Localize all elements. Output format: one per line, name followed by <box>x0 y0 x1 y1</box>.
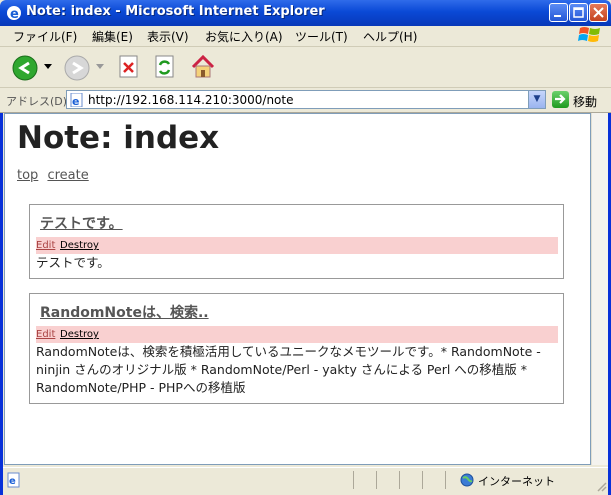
close-button[interactable] <box>589 3 608 22</box>
windows-logo-icon <box>578 27 600 42</box>
address-url: http://192.168.114.210:3000/note <box>88 93 294 107</box>
go-label[interactable]: 移動 <box>573 93 597 110</box>
forward-dropdown-icon[interactable] <box>96 64 104 70</box>
note-item: RandomNoteは、検索.. Edit Destroy RandomNote… <box>29 293 564 404</box>
menu-tools[interactable]: ツール(T) <box>295 28 348 45</box>
status-divider <box>422 471 423 489</box>
status-divider <box>353 471 354 489</box>
back-arrow-icon[interactable] <box>12 55 38 81</box>
note-body: RandomNoteは、検索を積極活用しているユニークなメモツールです。* Ra… <box>36 344 541 395</box>
maximize-icon <box>573 7 584 18</box>
address-input[interactable]: e http://192.168.114.210:3000/note ▼ <box>66 90 546 109</box>
address-bar: アドレス(D) e http://192.168.114.210:3000/no… <box>0 88 611 113</box>
svg-text:e: e <box>9 476 16 487</box>
home-icon[interactable] <box>190 54 216 80</box>
svg-text:e: e <box>72 95 79 107</box>
back-dropdown-icon[interactable] <box>44 64 52 70</box>
top-link[interactable]: top <box>17 168 38 183</box>
page-status-icon: e <box>7 472 20 488</box>
globe-icon <box>460 473 474 487</box>
create-link[interactable]: create <box>47 168 88 183</box>
menu-view[interactable]: 表示(V) <box>147 28 189 45</box>
note-actions: Edit Destroy <box>36 237 558 254</box>
note-actions: Edit Destroy <box>36 326 558 343</box>
stop-icon[interactable] <box>118 55 140 79</box>
refresh-icon[interactable] <box>154 55 176 79</box>
status-divider <box>445 471 446 489</box>
svg-text:e: e <box>10 7 19 21</box>
note-title-link[interactable]: テストです。 <box>40 213 123 233</box>
minimize-button[interactable] <box>549 3 568 22</box>
go-arrow-icon <box>555 94 566 104</box>
page-viewport: Note: index top create テストです。 Edit Destr… <box>4 113 591 465</box>
page-icon: e <box>70 93 83 107</box>
menu-help[interactable]: ヘルプ(H) <box>363 28 417 45</box>
menu-edit[interactable]: 編集(E) <box>92 28 133 45</box>
note-body: テストです。 <box>36 255 110 270</box>
address-label: アドレス(D) <box>6 95 68 108</box>
status-divider <box>399 471 400 489</box>
menu-bar: ファイル(F) 編集(E) 表示(V) お気に入り(A) ツール(T) ヘルプ(… <box>0 26 611 47</box>
resize-grip-icon[interactable] <box>595 480 607 492</box>
forward-arrow-icon[interactable] <box>64 55 90 81</box>
minimize-icon <box>554 15 561 17</box>
address-dropdown-button[interactable]: ▼ <box>528 91 545 108</box>
menu-favorites[interactable]: お気に入り(A) <box>205 28 283 45</box>
status-divider <box>376 471 377 489</box>
menu-file[interactable]: ファイル(F) <box>13 28 77 45</box>
vertical-scrollbar[interactable] <box>591 113 608 465</box>
title-bar[interactable]: e Note: index - Microsoft Internet Explo… <box>0 0 611 26</box>
page-title: Note: index <box>17 120 220 156</box>
edit-link[interactable]: Edit <box>36 240 55 251</box>
toolbar <box>0 47 611 88</box>
window-title: Note: index - Microsoft Internet Explore… <box>26 4 325 19</box>
go-button[interactable] <box>552 91 569 108</box>
status-bar: e インターネット <box>3 467 608 493</box>
nav-links: top create <box>17 168 94 183</box>
edit-link[interactable]: Edit <box>36 329 55 340</box>
chevron-down-icon: ▼ <box>533 94 541 104</box>
ie-icon: e <box>7 6 21 21</box>
security-zone-label: インターネット <box>478 475 555 488</box>
destroy-link[interactable]: Destroy <box>60 240 99 251</box>
close-icon <box>593 7 604 18</box>
note-item: テストです。 Edit Destroy テストです。 <box>29 204 564 279</box>
note-title-link[interactable]: RandomNoteは、検索.. <box>40 302 209 322</box>
maximize-button[interactable] <box>569 3 588 22</box>
destroy-link[interactable]: Destroy <box>60 329 99 340</box>
